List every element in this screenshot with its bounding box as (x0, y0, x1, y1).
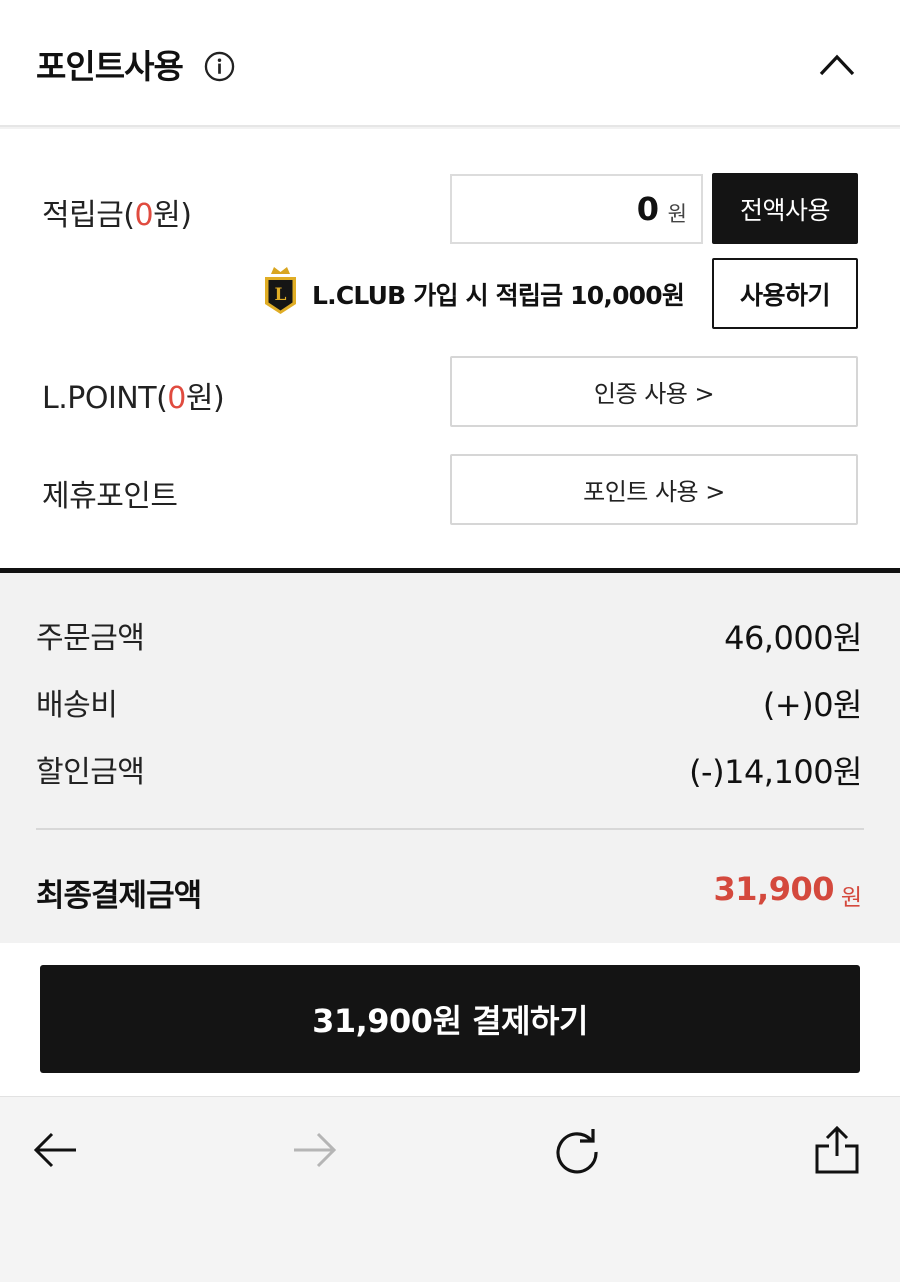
shipping-fee-label: 배송비 (36, 688, 118, 723)
discount-amount-value: (-)14,100원 (689, 753, 862, 791)
lclub-badge-icon: L (265, 267, 296, 314)
forward-arrow-icon[interactable] (292, 1126, 340, 1174)
share-icon[interactable] (813, 1126, 861, 1174)
back-arrow-icon[interactable] (30, 1126, 78, 1174)
svg-text:L: L (275, 285, 287, 305)
info-icon[interactable] (204, 51, 235, 82)
chevron-up-icon[interactable] (818, 50, 856, 78)
reserve-input-value: 0 (636, 190, 659, 228)
lclub-use-button[interactable]: 사용하기 (712, 258, 858, 329)
final-amount-unit: 원 (840, 885, 862, 911)
lclub-promo-text: L.CLUB 가입 시 적립금 10,000원 (312, 281, 685, 310)
partner-points-label: 제휴포인트 (42, 479, 178, 514)
shipping-fee-value: (+)0원 (762, 686, 863, 724)
order-amount-value: 46,000원 (724, 619, 862, 657)
reserve-input-unit: 원 (667, 202, 687, 226)
reserve-label: 적립금(0원) (42, 198, 192, 233)
summary-divider (36, 828, 864, 830)
final-amount-label: 최종결제금액 (36, 878, 202, 914)
order-amount-label: 주문금액 (36, 621, 145, 656)
final-amount-value: 31,900 (713, 870, 835, 908)
reload-icon[interactable] (553, 1128, 601, 1176)
lpoint-auth-button[interactable]: 인증 사용 > (450, 356, 858, 427)
browser-toolbar (0, 1096, 900, 1282)
lpoint-label: L.POINT(0원) (42, 381, 225, 416)
points-section-header[interactable]: 포인트사용 (0, 0, 900, 127)
full-use-button[interactable]: 전액사용 (712, 173, 858, 244)
reserve-amount-input[interactable]: 0 원 (450, 174, 703, 244)
partner-points-button[interactable]: 포인트 사용 > (450, 454, 858, 525)
discount-amount-label: 할인금액 (36, 755, 145, 790)
pay-button[interactable]: 31,900원 결제하기 (40, 965, 860, 1073)
section-title: 포인트사용 (36, 47, 184, 86)
